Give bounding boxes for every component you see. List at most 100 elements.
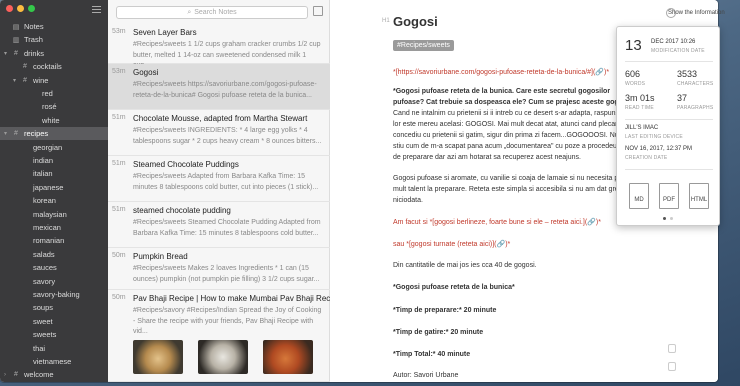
disclosure-arrow-icon[interactable]: ▾ [4, 50, 10, 57]
note-text-line[interactable]: mult talent la preparare. Reteta este si… [393, 186, 622, 193]
sidebar-item-label: romanian [33, 236, 65, 246]
tag-icon [30, 116, 38, 124]
sidebar-item-red[interactable]: red [0, 87, 108, 100]
export-md-label: MD [634, 197, 644, 203]
list-item[interactable]: 50m Pumpkin Bread #Recipes/sweets Makes 2 … [108, 248, 330, 290]
note-text-line[interactable]: *Timp Total:* 40 minute [393, 351, 470, 358]
divider [625, 119, 713, 120]
note-link-line[interactable]: *[https://savoriurbane.com/gogosi-pufoas… [393, 68, 609, 76]
sidebar-item-cocktails[interactable]: # cocktails [0, 60, 108, 73]
note-text-line[interactable]: Autor: Savori Urbane [393, 372, 458, 379]
sidebar-item-savory-baking[interactable]: savory-baking [0, 288, 108, 301]
note-time: 51m [112, 114, 126, 121]
editing-device-caption: LAST EDITING DEVICE [625, 134, 683, 140]
sidebar-item-salads[interactable]: salads [0, 248, 108, 261]
sidebar-item-recipes[interactable]: ▾ # recipes [0, 127, 108, 141]
sidebar-item-mexican[interactable]: mexican [0, 221, 108, 234]
sidebar-item-korean[interactable]: korean [0, 194, 108, 207]
note-time: 50m [112, 294, 126, 301]
note-text-line[interactable]: de preparare dar azi am hotarat sa recup… [393, 154, 581, 161]
hash-icon: # [23, 63, 27, 71]
list-item[interactable]: 53m Gogosi #Recipes/sweets https://savoriu… [108, 64, 330, 110]
note-link-line[interactable]: sau *[gogosi turnate (reteta aici)](🔗)* [393, 240, 510, 248]
sidebar-item-drinks[interactable]: ▾ # drinks [0, 47, 108, 60]
note-text-line[interactable]: concediu cu prietenii si gatim, sigur di… [393, 132, 619, 139]
sidebar-item-japanese[interactable]: japanese [0, 181, 108, 194]
note-thumbnail [198, 340, 248, 374]
note-excerpt: #Recipes/sweets https://savoriurbane.com… [133, 81, 317, 99]
sidebar-item-georgian[interactable]: georgian [0, 141, 108, 154]
info-panel: 13 DEC 2017 10:26 MODIFICATION DATE 606 … [616, 26, 720, 226]
hash-icon: # [14, 371, 18, 379]
sidebar-item-romanian[interactable]: romanian [0, 234, 108, 247]
sidebar-item-sweet[interactable]: sweet [0, 315, 108, 328]
page-dot[interactable] [670, 217, 673, 220]
note-excerpt: #Recipes/savory #Recipes/Indian Spread t… [133, 307, 322, 335]
disclosure-arrow-icon[interactable]: ▾ [4, 130, 10, 137]
sidebar-item-wine[interactable]: ▾ # wine [0, 74, 108, 87]
lock-icon[interactable] [668, 344, 676, 353]
note-text-line[interactable]: Gogosi pufoase si aromate, cu vanilie si… [393, 175, 625, 182]
list-item[interactable]: 51m Chocolate Mousse, adapted from Martha… [108, 110, 330, 156]
sidebar-item-ros-[interactable]: rosé [0, 100, 108, 113]
list-item[interactable]: 53m Seven Layer Bars #Recipes/sweets 1 1/2… [108, 24, 330, 69]
note-excerpt: #Recipes/sweets Makes 2 loaves Ingredien… [133, 265, 320, 283]
note-title: Chocolate Mousse, adapted from Martha St… [133, 114, 308, 123]
close-button[interactable] [6, 5, 13, 12]
note-text-line[interactable]: *Timp de gatire:* 20 minute [393, 329, 483, 336]
search-input[interactable]: ⌕ Search Notes [116, 6, 308, 19]
note-time: 51m [112, 160, 126, 167]
zoom-button[interactable] [28, 5, 35, 12]
divider [625, 169, 713, 170]
tag-icon [21, 197, 29, 205]
note-text-line[interactable]: lor este mereu acelasi: GOGOSI. Mai mult… [393, 121, 621, 128]
hash-icon: # [14, 49, 18, 57]
note-link-line[interactable]: Am facut si *[gogosi berlineze, foarte b… [393, 218, 601, 226]
export-md-icon[interactable] [629, 183, 649, 209]
note-text-line[interactable]: *Gogosi pufoase reteta de la bunica* [393, 284, 515, 291]
sidebar-item-soups[interactable]: soups [0, 301, 108, 314]
sidebar-item-white[interactable]: white [0, 114, 108, 127]
sidebar-settings-icon[interactable] [92, 6, 101, 14]
sidebar-item-italian[interactable]: italian [0, 167, 108, 180]
new-note-button[interactable] [313, 6, 323, 16]
note-text-line[interactable]: *Gogosi pufoase reteta de la bunica. Car… [393, 88, 610, 95]
creation-date-caption: CREATION DATE [625, 155, 668, 161]
sidebar-item-malaysian[interactable]: malaysian [0, 208, 108, 221]
note-text-line[interactable]: niciodata. [393, 197, 423, 204]
note-excerpt: #Recipes/sweets Steamed Chocolate Puddin… [133, 219, 321, 237]
note-text-line[interactable]: Cand ne intalnim cu prietenii si ii intr… [393, 110, 623, 117]
note-text-line[interactable]: stiu cum de m-a scapat pana acum „docume… [393, 143, 618, 150]
sidebar-item-notes[interactable]: ▤ Notes [0, 20, 108, 33]
paragraph-count-caption: PARAGRAPHS [677, 105, 714, 111]
note-info-icon[interactable] [668, 362, 676, 371]
sidebar-item-label: japanese [33, 182, 64, 192]
tag-icon [21, 358, 29, 366]
list-item[interactable]: 51m Steamed Chocolate Puddings #Recipes/sw… [108, 156, 330, 202]
sidebar-item-label: welcome [24, 370, 54, 380]
disclosure-arrow-icon[interactable]: ▾ [13, 77, 19, 84]
note-title[interactable]: Gogosi [393, 14, 438, 29]
sidebar-item-indian[interactable]: indian [0, 154, 108, 167]
tag-icon [21, 264, 29, 272]
modification-day: 13 [625, 37, 642, 54]
note-text-line[interactable]: *Timp de preparare:* 20 minute [393, 307, 496, 314]
note-time: 53m [112, 68, 126, 75]
export-html-icon[interactable] [689, 183, 709, 209]
sidebar-item-thai[interactable]: thai [0, 342, 108, 355]
sidebar-item-vietnamese[interactable]: vietnamese [0, 355, 108, 368]
list-item[interactable]: 51m steamed chocolate pudding #Recipes/swe… [108, 202, 330, 248]
sidebar-item-trash[interactable]: ▥ Trash [0, 33, 108, 46]
note-text-line[interactable]: Din cantitatile de mai jos ies cca 40 de… [393, 262, 537, 269]
divider [625, 61, 713, 62]
disclosure-arrow-icon[interactable]: › [4, 372, 10, 378]
note-text-line[interactable]: pufoase? Cat trebuie sa dospeasca ele? C… [393, 99, 636, 106]
minimize-button[interactable] [17, 5, 24, 12]
note-tag[interactable]: #Recipes/sweets [393, 40, 454, 51]
sidebar-item-welcome[interactable]: › # welcome [0, 368, 108, 381]
export-pdf-icon[interactable] [659, 183, 679, 209]
page-dot-active[interactable] [663, 217, 666, 220]
sidebar-item-sweets[interactable]: sweets [0, 328, 108, 341]
sidebar-item-savory[interactable]: savory [0, 275, 108, 288]
sidebar-item-sauces[interactable]: sauces [0, 261, 108, 274]
